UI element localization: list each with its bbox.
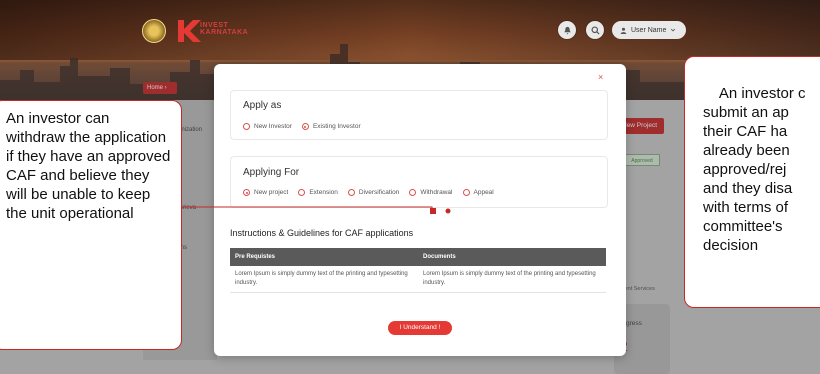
radio-existing-investor[interactable]: Existing Investor: [301, 123, 361, 130]
radio-unchecked-icon: [298, 189, 306, 196]
table-row: Lorem Ipsum is simply dummy text of the …: [230, 266, 606, 293]
radio-unchecked-icon: [462, 189, 470, 196]
close-modal-button[interactable]: ×: [598, 72, 603, 82]
radio-new-project[interactable]: New project: [243, 189, 288, 196]
radio-label: Diversification: [358, 189, 400, 196]
notification-icon-button[interactable]: [558, 21, 576, 39]
left-callout-text: An investor can withdraw the application…: [6, 110, 171, 222]
brand-name: INVEST KARNATAKA: [200, 22, 248, 36]
radio-checked-icon: [301, 123, 309, 130]
search-icon-button[interactable]: [586, 21, 604, 39]
radio-checked-icon: [243, 189, 250, 196]
chevron-down-icon: [671, 28, 676, 32]
radio-unchecked-icon: [347, 189, 355, 196]
radio-diversification[interactable]: Diversification: [347, 189, 400, 196]
table-cell: Lorem Ipsum is simply dummy text of the …: [418, 266, 606, 293]
applying-for-group: Applying For New project Extension Diver…: [230, 156, 608, 208]
applying-for-title: Applying For: [243, 167, 300, 178]
government-emblem-icon: [142, 19, 166, 43]
column-header-prerequisites: Pre Requistes: [230, 248, 418, 266]
top-navbar: INVEST KARNATAKA User Name: [0, 0, 820, 62]
left-annotation-callout: An investor can withdraw the application…: [0, 100, 182, 350]
radio-unchecked-icon: [243, 123, 250, 130]
instructions-title: Instructions & Guidelines for CAF applic…: [230, 228, 414, 238]
user-menu-button[interactable]: User Name: [612, 21, 686, 39]
applying-for-options: New project Extension Diversification Wi…: [243, 189, 504, 196]
right-callout-text: An investor c submit an ap their CAF ha …: [703, 85, 806, 254]
table-cell: Lorem Ipsum is simply dummy text of the …: [230, 266, 418, 293]
radio-label: Existing Investor: [312, 123, 361, 130]
app-window: INVEST KARNATAKA User Name Home › Organi…: [0, 0, 820, 374]
guidelines-table: Pre Requistes Documents Lorem Ipsum is s…: [230, 248, 606, 293]
brand-line-1: INVEST: [200, 22, 229, 29]
bell-icon: [563, 26, 571, 35]
radio-unchecked-icon: [409, 189, 417, 196]
column-header-documents: Documents: [418, 248, 606, 266]
apply-as-title: Apply as: [243, 100, 282, 111]
apply-as-group: Apply as New Investor Existing Investor: [230, 90, 608, 140]
radio-new-investor[interactable]: New Investor: [243, 123, 292, 130]
radio-label: New Investor: [254, 123, 292, 130]
radio-withdrawal[interactable]: Withdrawal: [409, 189, 453, 196]
search-icon: [590, 25, 600, 35]
radio-label: New project: [254, 189, 289, 196]
brand-line-2: KARNATAKA: [200, 29, 249, 36]
user-name-label: User Name: [631, 26, 667, 34]
apply-as-options: New Investor Existing Investor: [243, 123, 371, 130]
radio-extension[interactable]: Extension: [298, 189, 338, 196]
radio-appeal[interactable]: Appeal: [462, 189, 494, 196]
caf-application-modal: × Apply as New Investor Existing Investo…: [214, 64, 626, 356]
radio-label: Extension: [309, 189, 338, 196]
radio-label: Withdrawal: [420, 189, 453, 196]
right-annotation-callout: An investor c submit an ap their CAF ha …: [684, 56, 820, 308]
user-icon: [620, 27, 627, 34]
table-header-row: Pre Requistes Documents: [230, 248, 606, 266]
radio-label: Appeal: [473, 189, 494, 196]
i-understand-button[interactable]: I Understand !: [388, 321, 452, 335]
